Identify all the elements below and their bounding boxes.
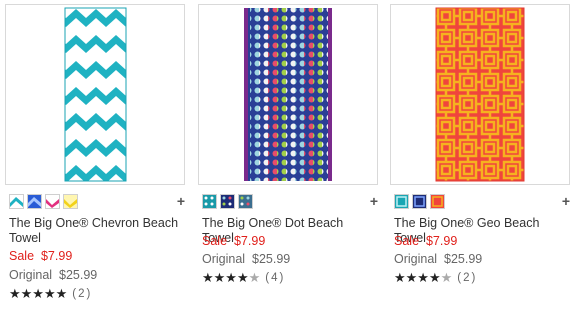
swatch-multi-dot[interactable] bbox=[238, 194, 253, 209]
sale-price: Sale $7.99 bbox=[202, 234, 265, 248]
review-count[interactable]: (2) bbox=[457, 272, 477, 284]
original-amount: $25.99 bbox=[252, 252, 291, 266]
swatch-aqua-chevron[interactable] bbox=[9, 194, 24, 209]
original-price: Original $25.99 bbox=[9, 268, 97, 282]
half-star-icon: ★ bbox=[440, 270, 453, 285]
original-amount: $25.99 bbox=[444, 252, 483, 266]
add-to-list-button[interactable]: + bbox=[562, 192, 570, 210]
review-count[interactable]: (4) bbox=[265, 272, 285, 284]
sale-amount: $7.99 bbox=[233, 234, 266, 248]
swatch-teal-dot[interactable] bbox=[202, 194, 217, 209]
chevron-towel-image[interactable] bbox=[5, 4, 185, 185]
swatch-blue-chevron[interactable] bbox=[27, 194, 42, 209]
original-price: Original $25.99 bbox=[202, 252, 290, 266]
star-rating-icon: ★★★★ bbox=[202, 270, 249, 285]
add-to-list-button[interactable]: + bbox=[370, 192, 378, 210]
review-count[interactable]: (2) bbox=[72, 288, 92, 300]
product-card-geo[interactable]: + The Big One® Geo Beach Towel Sale $7.9… bbox=[390, 0, 572, 313]
sale-label: Sale bbox=[9, 249, 35, 263]
original-label: Original bbox=[202, 252, 246, 266]
product-card-dot[interactable]: + The Big One® Dot Beach Towel Sale $7.9… bbox=[198, 0, 380, 313]
star-rating-icon: ★★★★★ bbox=[9, 286, 68, 301]
original-amount: $25.99 bbox=[59, 268, 98, 282]
color-swatches bbox=[394, 194, 445, 212]
swatch-pink-chevron[interactable] bbox=[45, 194, 60, 209]
sale-amount: $7.99 bbox=[425, 234, 458, 248]
color-swatches bbox=[202, 194, 253, 212]
original-label: Original bbox=[9, 268, 53, 282]
add-to-list-button[interactable]: + bbox=[177, 192, 185, 210]
product-card-chevron[interactable]: + The Big One® Chevron Beach Towel Sale … bbox=[5, 0, 187, 313]
swatch-navy-geo[interactable] bbox=[412, 194, 427, 209]
original-price: Original $25.99 bbox=[394, 252, 482, 266]
swatch-navy-dot[interactable] bbox=[220, 194, 235, 209]
rating[interactable]: ★★★★★ (2) bbox=[394, 270, 477, 286]
product-title[interactable]: The Big One® Chevron Beach Towel bbox=[9, 216, 185, 246]
star-rating-icon: ★★★★ bbox=[394, 270, 441, 285]
sale-label: Sale bbox=[394, 234, 420, 248]
sale-price: Sale $7.99 bbox=[394, 234, 457, 248]
half-star-icon: ★ bbox=[248, 270, 261, 285]
sale-label: Sale bbox=[202, 234, 228, 248]
geo-towel-image[interactable] bbox=[390, 4, 570, 185]
rating[interactable]: ★★★★ ★ (4) bbox=[202, 270, 285, 286]
rating[interactable]: ★★★★★ (2) bbox=[9, 286, 92, 302]
sale-price: Sale $7.99 bbox=[9, 249, 72, 263]
color-swatches bbox=[9, 194, 78, 212]
dot-towel-image[interactable] bbox=[198, 4, 378, 185]
sale-amount: $7.99 bbox=[40, 249, 73, 263]
swatch-orange-geo[interactable] bbox=[430, 194, 445, 209]
swatch-teal-geo[interactable] bbox=[394, 194, 409, 209]
original-label: Original bbox=[394, 252, 438, 266]
swatch-yellow-chevron[interactable] bbox=[63, 194, 78, 209]
